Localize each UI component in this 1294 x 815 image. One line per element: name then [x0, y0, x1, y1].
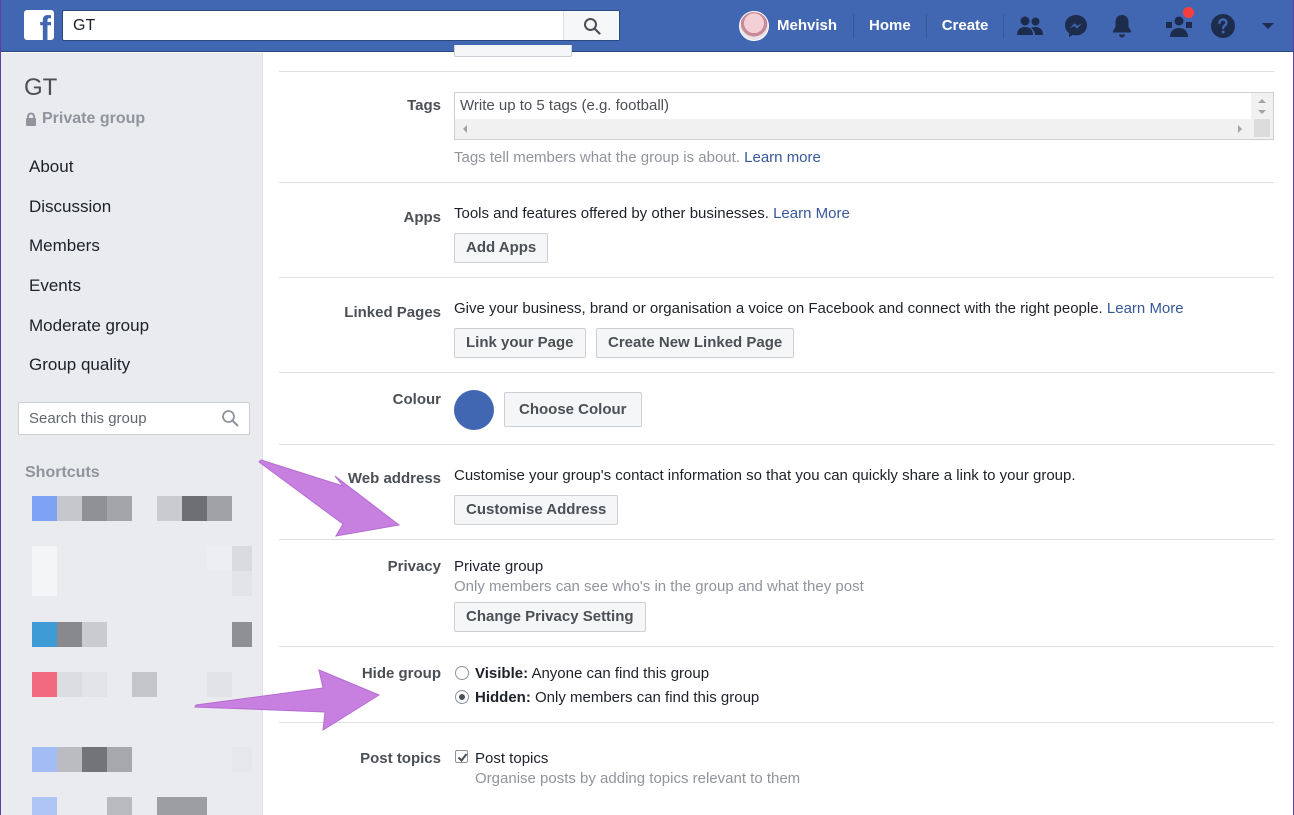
group-colour-swatch[interactable]: [454, 390, 494, 430]
post-topics-checkbox-label[interactable]: Post topics: [475, 750, 548, 767]
linked-pages-description-text: Give your business, brand or organisatio…: [454, 300, 1103, 317]
global-search: [62, 10, 620, 41]
scroll-left-icon[interactable]: [462, 124, 468, 134]
tags-help: Tags tell members what the group is abou…: [454, 149, 821, 166]
group-privacy-label: Private group: [25, 110, 145, 128]
friends-icon[interactable]: [1016, 12, 1044, 40]
add-apps-button[interactable]: Add Apps: [454, 233, 549, 263]
apps-label: Apps: [403, 209, 442, 226]
web-address-description: Customise your group's contact informati…: [454, 467, 1076, 484]
search-icon[interactable]: [221, 409, 239, 427]
group-settings-panel: Tags Tags tell members what the group is…: [279, 45, 1274, 815]
visible-option-title: Visible:: [475, 665, 529, 682]
web-address-label: Web address: [347, 470, 441, 487]
checkmark-icon: [457, 753, 468, 763]
divider: [279, 372, 1274, 373]
divider: [279, 646, 1274, 647]
hide-group-label: Hide group: [361, 665, 441, 682]
privacy-text: Private group: [42, 110, 146, 127]
linked-pages-description: Give your business, brand or organisatio…: [454, 300, 1184, 317]
choose-colour-button[interactable]: Choose Colour: [504, 392, 642, 427]
logo-letter: f: [39, 10, 51, 40]
colour-label: Colour: [392, 391, 441, 408]
sidebar-item-discussion[interactable]: Discussion: [29, 193, 149, 233]
group-sidebar: GT Private group About Discussion Member…: [1, 53, 263, 815]
divider: [279, 444, 1274, 445]
customise-address-button[interactable]: Customise Address: [454, 495, 619, 525]
hidden-radio[interactable]: [455, 690, 469, 704]
notification-badge: [1182, 6, 1195, 19]
post-topics-checkbox[interactable]: [455, 750, 468, 763]
scroll-right-icon[interactable]: [1237, 124, 1243, 134]
linked-pages-learn-more-link[interactable]: Learn More: [1107, 300, 1184, 317]
top-nav-links: Mehvish Home Create: [739, 0, 1005, 52]
tags-label: Tags: [407, 97, 441, 114]
scrollbar-corner: [1254, 119, 1270, 137]
privacy-description: Only members can see who's in the group …: [454, 578, 864, 595]
notifications-bell-icon[interactable]: [1108, 12, 1136, 40]
home-link[interactable]: Home: [854, 14, 927, 38]
tags-input[interactable]: [455, 93, 1251, 119]
group-search: [18, 402, 250, 435]
help-icon[interactable]: [1209, 12, 1237, 40]
apps-learn-more-link[interactable]: Learn More: [773, 205, 850, 222]
post-topics-label: Post topics: [360, 750, 441, 767]
hidden-option[interactable]: Hidden: Only members can find this group: [475, 689, 759, 706]
sidebar-item-events[interactable]: Events: [29, 272, 149, 312]
lock-icon: [26, 112, 36, 126]
tags-vertical-scrollbar[interactable]: [1251, 93, 1273, 139]
visible-option[interactable]: Visible: Anyone can find this group: [475, 665, 709, 682]
change-privacy-setting-button[interactable]: Change Privacy Setting: [454, 602, 646, 632]
post-topics-description: Organise posts by adding topics relevant…: [475, 770, 801, 787]
divider: [279, 182, 1274, 183]
global-search-input[interactable]: [63, 11, 563, 40]
apps-description: Tools and features offered by other busi…: [454, 205, 850, 222]
sidebar-menu: About Discussion Members Events Moderate…: [29, 153, 149, 391]
messenger-icon[interactable]: [1062, 12, 1090, 40]
linked-pages-label: Linked Pages: [344, 304, 441, 321]
visible-option-text: Anyone can find this group: [531, 665, 710, 682]
account-menu-chevron-icon[interactable]: [1254, 12, 1282, 40]
create-new-linked-page-button[interactable]: Create New Linked Page: [596, 328, 795, 358]
scroll-down-icon[interactable]: [1257, 109, 1267, 115]
tags-field: [454, 92, 1274, 140]
group-name[interactable]: GT: [24, 74, 57, 102]
sidebar-item-about[interactable]: About: [29, 153, 149, 193]
search-icon: [583, 17, 601, 35]
visible-radio[interactable]: [455, 666, 469, 680]
sidebar-item-members[interactable]: Members: [29, 232, 149, 272]
profile-link[interactable]: Mehvish: [777, 14, 855, 38]
facebook-logo-icon[interactable]: f: [24, 10, 54, 40]
previous-row-button[interactable]: [454, 45, 572, 57]
shortcuts-heading: Shortcuts: [25, 464, 100, 481]
create-link[interactable]: Create: [927, 14, 1005, 38]
divider: [279, 722, 1274, 723]
apps-description-text: Tools and features offered by other busi…: [454, 205, 769, 222]
link-your-page-button[interactable]: Link your Page: [454, 328, 586, 358]
divider: [279, 277, 1274, 278]
hidden-option-title: Hidden:: [475, 689, 531, 706]
privacy-value: Private group: [454, 558, 544, 575]
top-navigation-bar: f Mehvish Home Create: [1, 0, 1293, 52]
tags-horizontal-scrollbar[interactable]: [455, 119, 1251, 139]
group-search-input[interactable]: [19, 403, 214, 434]
sidebar-item-moderate-group[interactable]: Moderate group: [29, 312, 149, 352]
divider: [279, 539, 1274, 540]
privacy-label: Privacy: [387, 558, 441, 575]
tags-learn-more-link[interactable]: Learn more: [744, 149, 821, 166]
scroll-up-icon[interactable]: [1257, 98, 1267, 104]
hidden-option-text: Only members can find this group: [535, 689, 760, 706]
sidebar-item-group-quality[interactable]: Group quality: [29, 351, 149, 391]
divider: [279, 71, 1274, 72]
tags-help-text: Tags tell members what the group is abou…: [454, 149, 740, 166]
avatar[interactable]: [739, 11, 769, 41]
search-button[interactable]: [563, 11, 619, 40]
browser-frame: f Mehvish Home Create: [0, 0, 1294, 815]
